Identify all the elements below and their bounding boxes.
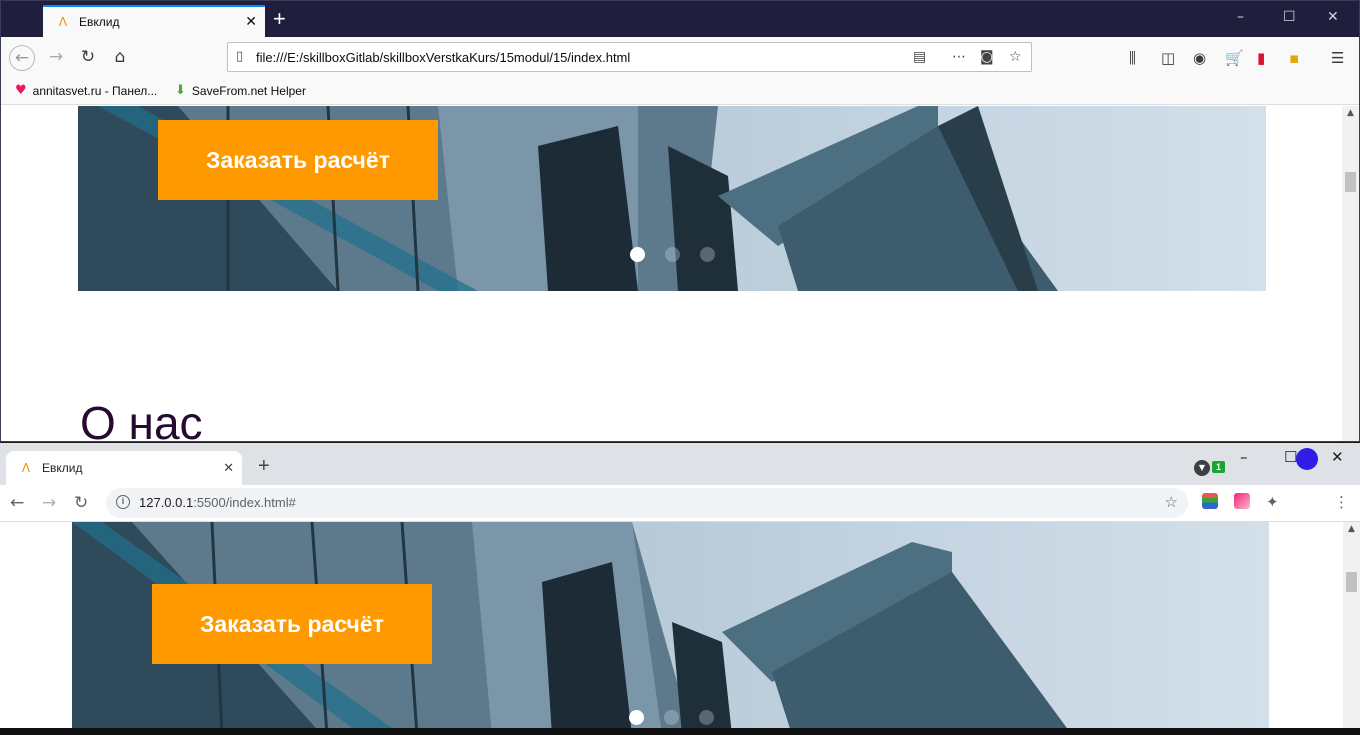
maximize-button[interactable]: ☐ xyxy=(1283,9,1296,25)
url-text: file:///E:/skillboxGitlab/skillboxVerstk… xyxy=(256,50,631,65)
menu-icon[interactable]: ☰ xyxy=(1331,49,1344,67)
url-bar[interactable]: ▯ file:///E:/skillboxGitlab/skillboxVers… xyxy=(227,42,1032,72)
chrome-toolbar: ← → ↻ i 127.0.0.1:5500/index.html# ☆ ✦ ⋮ xyxy=(0,485,1360,522)
extension-stack-icon[interactable] xyxy=(1202,493,1218,509)
slider-dot-2[interactable] xyxy=(664,710,679,725)
new-tab-button[interactable]: + xyxy=(273,7,286,31)
about-heading: О нас xyxy=(80,397,203,442)
page-actions-icon[interactable]: ⋯ xyxy=(952,49,966,65)
extensions-puzzle-icon[interactable]: ✦ xyxy=(1266,493,1279,511)
chrome-window: Λ Евклид ✕ + ▼ – ☐ ✕ ← → ↻ i 127.0.0.1:5… xyxy=(0,443,1360,735)
scrollbar-thumb[interactable] xyxy=(1345,172,1356,192)
hero-slider: Заказать расчёт xyxy=(78,106,1266,291)
account-icon[interactable]: ◉ xyxy=(1193,49,1206,67)
close-window-button[interactable]: ✕ xyxy=(1327,9,1339,25)
back-button[interactable]: ← xyxy=(10,493,24,513)
firefox-titlebar: Λ Евклид ✕ + – ☐ ✕ xyxy=(1,1,1359,37)
bookmark-savefrom[interactable]: ⬇ SaveFrom.net Helper xyxy=(175,83,306,98)
chrome-tabstrip: Λ Евклид ✕ + ▼ – ☐ ✕ xyxy=(0,443,1360,485)
url-text: 127.0.0.1:5500/index.html# xyxy=(139,495,296,510)
slider-dot-1[interactable] xyxy=(629,710,644,725)
close-window-button[interactable]: ✕ xyxy=(1331,448,1344,466)
slider-dots xyxy=(630,247,715,262)
bookmark-star-icon[interactable]: ☆ xyxy=(1009,49,1022,65)
minimize-button[interactable]: – xyxy=(1240,448,1248,466)
chrome-menu-icon[interactable]: ⋮ xyxy=(1334,493,1349,511)
green-download-icon: ⬇ xyxy=(175,83,186,98)
cart-icon[interactable]: 🛒 xyxy=(1225,49,1244,67)
pocket-icon[interactable]: ◙ xyxy=(980,49,994,65)
page-icon: ▯ xyxy=(236,49,244,64)
site-favicon-icon: Λ xyxy=(21,461,31,475)
slider-dot-3[interactable] xyxy=(699,710,714,725)
extension-gradient-icon[interactable] xyxy=(1234,493,1250,509)
profile-avatar[interactable] xyxy=(1296,448,1318,470)
sidebar-icon[interactable]: ◫ xyxy=(1161,49,1175,67)
library-icon[interactable]: ⫼ xyxy=(1129,49,1136,67)
scroll-up-arrow-icon[interactable]: ▲ xyxy=(1343,524,1360,534)
order-calculation-button[interactable]: Заказать расчёт xyxy=(152,584,432,664)
close-tab-icon[interactable]: ✕ xyxy=(245,13,257,30)
reload-button[interactable]: ↻ xyxy=(75,45,101,71)
forward-button[interactable]: → xyxy=(43,45,69,71)
taskbar xyxy=(0,728,1360,735)
reader-view-icon[interactable]: ▤ xyxy=(913,49,926,65)
chrome-tab[interactable]: Λ Евклид ✕ xyxy=(6,451,242,485)
site-info-icon[interactable]: i xyxy=(116,495,130,509)
bookmark-annitasvet[interactable]: ♥ annitasvet.ru - Панел... xyxy=(15,83,157,98)
slider-dot-2[interactable] xyxy=(665,247,680,262)
reload-button[interactable]: ↻ xyxy=(74,493,88,513)
firefox-window: Λ Евклид ✕ + – ☐ ✕ ← → ↻ ⌂ ▯ file:///E:/… xyxy=(0,0,1360,442)
tab-title: Евклид xyxy=(79,15,120,29)
pink-heart-icon: ♥ xyxy=(15,83,27,98)
chrome-page-viewport: Заказать расчёт xyxy=(0,522,1343,735)
tab-title: Евклид xyxy=(42,461,83,475)
extension-flag-icon[interactable]: ▮ xyxy=(1257,49,1265,67)
firefox-scrollbar[interactable]: ▲ xyxy=(1342,106,1359,441)
bookmark-label: SaveFrom.net Helper xyxy=(191,83,306,98)
omnibox[interactable]: i 127.0.0.1:5500/index.html# ☆ xyxy=(106,488,1188,518)
order-calculation-button[interactable]: Заказать расчёт xyxy=(158,120,438,200)
back-button[interactable]: ← xyxy=(9,45,35,71)
tab-search-icon[interactable]: ▼ xyxy=(1194,460,1210,476)
new-tab-button[interactable]: + xyxy=(258,455,270,478)
extension-badge: 1 xyxy=(1212,461,1225,473)
bookmark-label: annitasvet.ru - Панел... xyxy=(32,83,158,98)
scroll-up-arrow-icon[interactable]: ▲ xyxy=(1342,108,1359,118)
home-button[interactable]: ⌂ xyxy=(107,45,133,71)
site-favicon-icon: Λ xyxy=(58,15,68,29)
close-tab-icon[interactable]: ✕ xyxy=(223,460,234,476)
chrome-scrollbar[interactable]: ▲ xyxy=(1343,522,1360,735)
bookmarks-bar: ♥ annitasvet.ru - Панел... ⬇ SaveFrom.ne… xyxy=(1,77,1359,105)
extension-square-icon[interactable]: ▪ xyxy=(1289,49,1299,67)
hero-slider: Заказать расчёт xyxy=(72,522,1269,735)
bookmark-star-icon[interactable]: ☆ xyxy=(1165,493,1178,511)
minimize-button[interactable]: – xyxy=(1237,9,1244,25)
firefox-tab[interactable]: Λ Евклид ✕ xyxy=(43,5,265,37)
firefox-page-viewport: Заказать расчёт О нас xyxy=(1,106,1342,442)
scrollbar-thumb[interactable] xyxy=(1346,572,1357,592)
firefox-navbar: ← → ↻ ⌂ ▯ file:///E:/skillboxGitlab/skil… xyxy=(1,37,1359,77)
slider-dots xyxy=(629,710,714,725)
forward-button[interactable]: → xyxy=(42,493,56,513)
slider-dot-3[interactable] xyxy=(700,247,715,262)
slider-dot-1[interactable] xyxy=(630,247,645,262)
